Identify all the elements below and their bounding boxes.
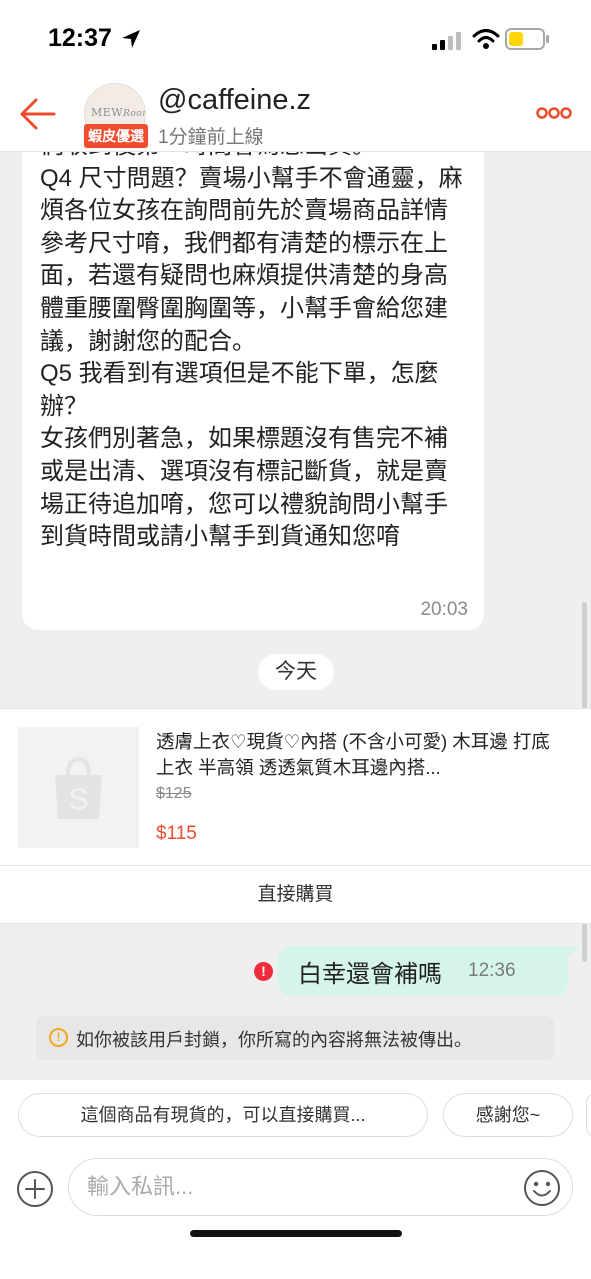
status-time: 12:37 bbox=[48, 24, 112, 52]
quick-reply-1[interactable]: 這個商品有現貨的，可以直接購買... bbox=[18, 1093, 428, 1137]
info-icon: ! bbox=[49, 1028, 68, 1047]
product-thumbnail[interactable]: S bbox=[18, 727, 139, 848]
message-input-bar: 輸入私訊... bbox=[0, 1150, 591, 1279]
avatar-logo: MEWRoom bbox=[91, 106, 145, 119]
chat-messages[interactable]: 們收到後第一時間會為您出貨。 Q4 尺寸問題？賣場小幫手不會通靈，麻煩各位女孩在… bbox=[0, 152, 591, 1080]
message-input[interactable]: 輸入私訊... bbox=[68, 1158, 573, 1216]
preferred-seller-badge: 蝦皮優選 bbox=[84, 124, 148, 148]
outgoing-message-time: 12:36 bbox=[468, 960, 516, 981]
block-notice: ! 如你被該用戶封鎖，你所寫的內容將無法被傳出。 bbox=[36, 1016, 554, 1060]
quick-reply-2[interactable]: 感謝您~ bbox=[443, 1093, 573, 1137]
status-bar: 12:37 bbox=[0, 0, 591, 80]
outgoing-message-bubble[interactable]: 白幸還會補嗎 12:36 bbox=[278, 946, 568, 996]
quick-replies-bar: 這個商品有現貨的，可以直接購買... 感謝您~ bbox=[0, 1080, 591, 1150]
chat-header: MEWRoom 蝦皮優選 @caffeine.z 1分鐘前上線 bbox=[0, 80, 591, 152]
more-options-icon[interactable] bbox=[536, 106, 572, 120]
product-title[interactable]: 透膚上衣♡現貨♡內搭 (不含小可愛) 木耳邊 打底上衣 半高領 透透氣質木耳邊內… bbox=[156, 729, 566, 781]
date-divider: 今天 bbox=[258, 654, 334, 690]
chat-username[interactable]: @caffeine.z bbox=[158, 84, 311, 117]
incoming-message-text: 們收到後第一時間會為您出貨。 Q4 尺寸問題？賣場小幫手不會通靈，麻煩各位女孩在… bbox=[40, 152, 463, 551]
plus-icon[interactable] bbox=[16, 1170, 54, 1208]
incoming-message-bubble[interactable]: 們收到後第一時間會為您出貨。 Q4 尺寸問題？賣場小幫手不會通靈，麻煩各位女孩在… bbox=[22, 152, 484, 630]
product-price: $115 bbox=[156, 823, 197, 844]
wifi-icon bbox=[472, 29, 500, 49]
send-failed-icon[interactable]: ! bbox=[254, 962, 273, 981]
home-indicator[interactable] bbox=[190, 1230, 402, 1237]
online-status: 1分鐘前上線 bbox=[158, 127, 264, 148]
signal-icon bbox=[432, 32, 461, 50]
shopee-bag-icon: S bbox=[55, 756, 102, 819]
battery-icon bbox=[505, 28, 549, 50]
incoming-message-time: 20:03 bbox=[420, 599, 468, 620]
back-arrow-icon[interactable] bbox=[18, 94, 58, 134]
buy-now-button[interactable]: 直接購買 bbox=[0, 865, 591, 924]
product-card[interactable]: S 透膚上衣♡現貨♡內搭 (不含小可愛) 木耳邊 打底上衣 半高領 透透氣質木耳… bbox=[0, 708, 591, 924]
outgoing-message-text: 白幸還會補嗎 bbox=[298, 961, 442, 988]
block-notice-text: 如你被該用戶封鎖，你所寫的內容將無法被傳出。 bbox=[76, 1030, 472, 1050]
location-arrow-icon bbox=[122, 30, 140, 48]
emoji-icon[interactable] bbox=[523, 1169, 561, 1207]
svg-text:S: S bbox=[68, 783, 88, 816]
product-original-price: $125 bbox=[156, 785, 192, 802]
quick-reply-3[interactable] bbox=[586, 1093, 591, 1137]
